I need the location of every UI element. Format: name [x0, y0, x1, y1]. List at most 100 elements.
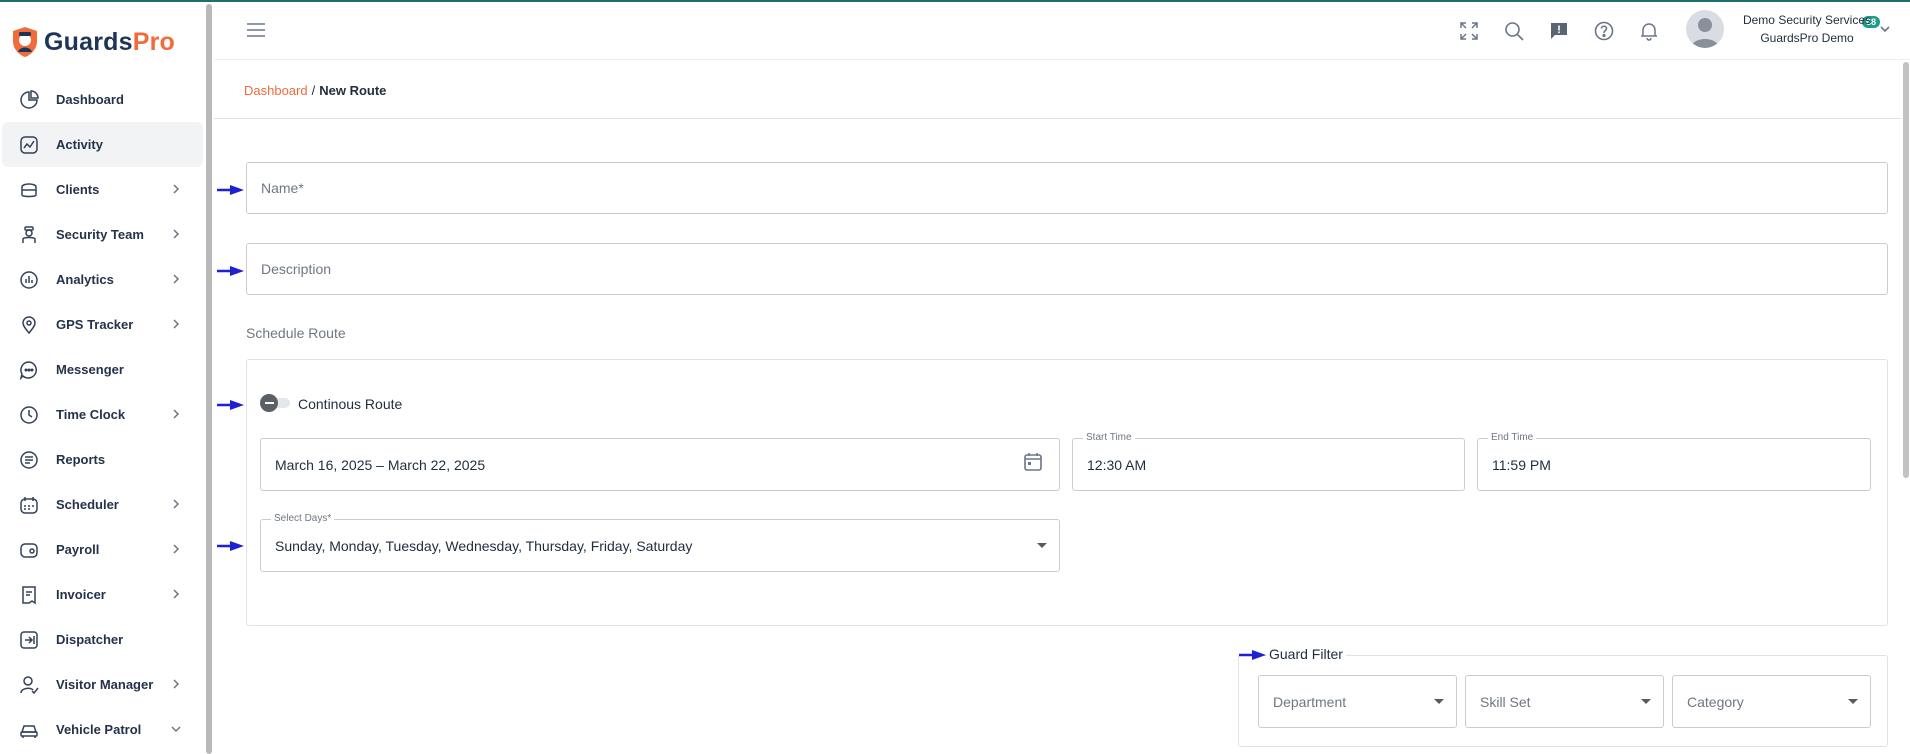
- chevron-right-icon: [173, 409, 180, 419]
- select-days-dropdown[interactable]: Select Days* Sunday, Monday, Tuesday, We…: [260, 513, 1060, 572]
- sidebar-item-label: Clients: [56, 182, 100, 197]
- sidebar-item-invoicer[interactable]: Invoicer: [0, 572, 205, 617]
- user-company: Demo Security Services: [1742, 13, 1872, 27]
- dispatch-icon: [18, 629, 40, 651]
- annotation-arrow-icon: [217, 400, 244, 410]
- continuous-route-label: Continous Route: [298, 396, 403, 412]
- annotation-arrow-icon: [217, 185, 244, 195]
- divider: [214, 118, 1902, 119]
- reports-icon: [18, 449, 40, 471]
- sidebar-item-visitor-manager[interactable]: Visitor Manager: [0, 662, 205, 707]
- sidebar-item-label: Time Clock: [56, 407, 126, 422]
- sidebar-item-time-clock[interactable]: Time Clock: [0, 392, 205, 437]
- skill-set-dropdown[interactable]: Skill Set: [1465, 675, 1664, 728]
- description-field[interactable]: [246, 243, 1888, 295]
- dropdown-caret-icon: [1848, 698, 1858, 704]
- schedule-route-label: Schedule Route: [246, 325, 346, 341]
- end-time-value: 11:59 PM: [1492, 456, 1551, 473]
- sidebar-item-gps-tracker[interactable]: GPS Tracker: [0, 302, 205, 347]
- help-icon[interactable]: [1593, 20, 1615, 42]
- annotation-arrow-icon: [217, 541, 244, 551]
- sidebar-item-label: Analytics: [56, 272, 114, 287]
- start-time-field[interactable]: Start Time 12:30 AM: [1072, 432, 1465, 491]
- feedback-icon[interactable]: [1548, 20, 1570, 42]
- wallet-icon: [18, 539, 40, 561]
- sidebar-item-dashboard[interactable]: Dashboard: [0, 77, 205, 122]
- sidebar-item-activity[interactable]: Activity: [2, 122, 203, 167]
- sidebar-item-payroll[interactable]: Payroll: [0, 527, 205, 572]
- guard-filter-title: Guard Filter: [1266, 646, 1346, 662]
- chevron-right-icon: [173, 499, 180, 509]
- menu-toggle-icon[interactable]: [246, 22, 266, 43]
- sidebar-item-scheduler[interactable]: Scheduler: [0, 482, 205, 527]
- guard-icon: [18, 224, 40, 246]
- dashboard-icon: [18, 89, 40, 111]
- fullscreen-icon[interactable]: [1458, 20, 1480, 42]
- visitor-icon: [18, 674, 40, 696]
- annotation-arrow-icon: [1239, 650, 1266, 660]
- chevron-right-icon: [173, 589, 180, 599]
- calendar-icon[interactable]: [1023, 452, 1043, 472]
- main-scrollbar[interactable]: [1903, 62, 1909, 478]
- sidebar-item-label: Dispatcher: [56, 632, 124, 647]
- search-icon[interactable]: [1503, 20, 1525, 42]
- sidebar-item-label: Activity: [56, 137, 103, 152]
- sidebar-item-dispatcher[interactable]: Dispatcher: [0, 617, 205, 662]
- department-dropdown[interactable]: Department: [1258, 675, 1457, 728]
- clock-icon: [18, 404, 40, 426]
- breadcrumb: Dashboard / New Route: [244, 83, 386, 98]
- name-input[interactable]: [247, 163, 1887, 213]
- schedule-route-panel: [246, 359, 1888, 626]
- sidebar-item-vehicle-patrol[interactable]: Vehicle Patrol: [0, 707, 205, 752]
- avatar[interactable]: [1686, 10, 1724, 48]
- description-input[interactable]: [247, 244, 1887, 294]
- sidebar: GuardsPro Dashboard Activity Clients Sec…: [0, 2, 205, 754]
- category-dropdown[interactable]: Category: [1672, 675, 1871, 728]
- sidebar-item-messenger[interactable]: Messenger: [0, 347, 205, 392]
- sidebar-item-security-team[interactable]: Security Team: [0, 212, 205, 257]
- sidebar-item-label: GPS Tracker: [56, 317, 134, 332]
- analytics-icon: [18, 269, 40, 291]
- toggle-knob-icon: [260, 394, 278, 412]
- start-time-value: 12:30 AM: [1087, 456, 1147, 473]
- briefcase-icon: [18, 179, 40, 201]
- chevron-down-icon[interactable]: [1878, 22, 1892, 41]
- map-pin-icon: [18, 314, 40, 336]
- continuous-route-toggle[interactable]: [260, 393, 290, 413]
- user-info[interactable]: Demo Security Services GuardsPro Demo: [1732, 13, 1882, 45]
- name-field[interactable]: [246, 162, 1888, 214]
- sidebar-item-label: Messenger: [56, 362, 124, 377]
- chevron-right-icon: [173, 274, 180, 284]
- chevron-right-icon: [173, 184, 180, 194]
- chat-icon: [18, 359, 40, 381]
- car-icon: [18, 719, 40, 741]
- sidebar-item-clients[interactable]: Clients: [0, 167, 205, 212]
- sidebar-scrollbar[interactable]: [206, 4, 212, 754]
- user-name: GuardsPro Demo: [1760, 31, 1854, 45]
- skill-set-placeholder: Skill Set: [1480, 693, 1531, 710]
- category-placeholder: Category: [1687, 693, 1744, 710]
- sidebar-item-reports[interactable]: Reports: [0, 437, 205, 482]
- dropdown-caret-icon: [1641, 698, 1651, 704]
- sidebar-item-label: Scheduler: [56, 497, 119, 512]
- sidebar-item-label: Visitor Manager: [56, 677, 154, 692]
- sidebar-item-analytics[interactable]: Analytics: [0, 257, 205, 302]
- sidebar-item-label: Dashboard: [56, 92, 124, 107]
- breadcrumb-dashboard-link[interactable]: Dashboard: [244, 83, 308, 98]
- dropdown-caret-icon: [1434, 698, 1444, 704]
- department-placeholder: Department: [1273, 693, 1347, 710]
- top-header: 68 Demo Security Services GuardsPro Demo: [214, 2, 1910, 60]
- end-time-field[interactable]: End Time 11:59 PM: [1477, 432, 1871, 491]
- sidebar-item-label: Security Team: [56, 227, 144, 242]
- sidebar-item-label: Invoicer: [56, 587, 106, 602]
- chevron-right-icon: [173, 319, 180, 329]
- select-days-value: Sunday, Monday, Tuesday, Wednesday, Thur…: [275, 537, 693, 554]
- logo[interactable]: GuardsPro: [12, 24, 175, 60]
- chevron-down-icon: [171, 726, 181, 733]
- sidebar-item-label: Reports: [56, 452, 106, 467]
- date-range-field[interactable]: March 16, 2025 – March 22, 2025: [260, 438, 1060, 491]
- bell-icon[interactable]: [1638, 20, 1660, 42]
- invoice-icon: [18, 584, 40, 606]
- sidebar-item-label: Vehicle Patrol: [56, 722, 142, 737]
- chevron-right-icon: [173, 544, 180, 554]
